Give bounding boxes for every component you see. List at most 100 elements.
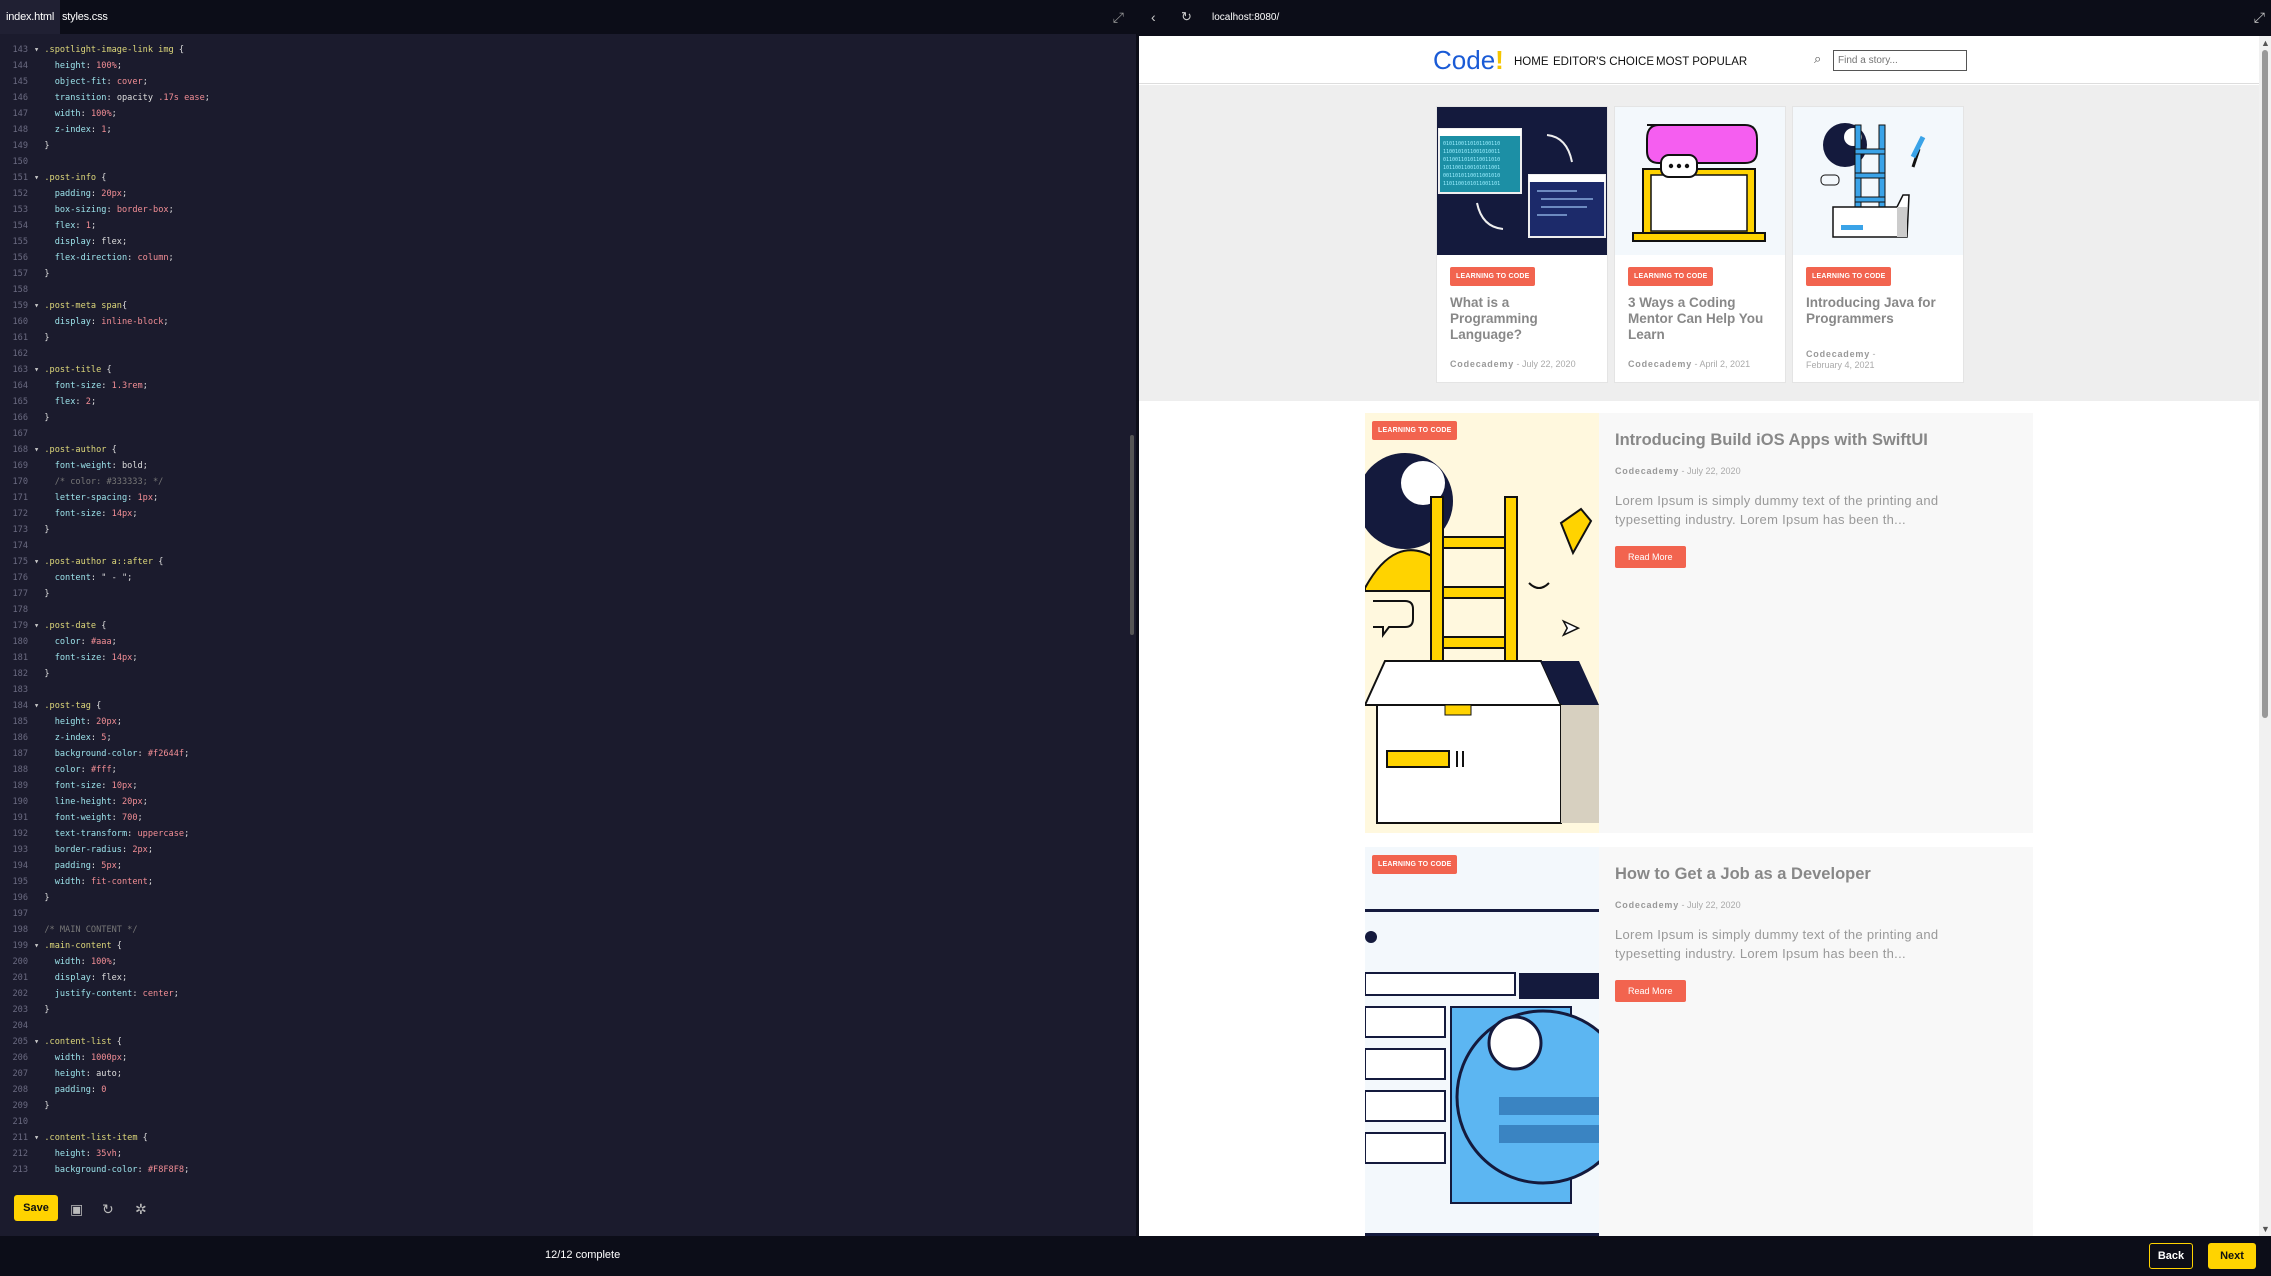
code-line[interactable]: 168 ▾ .post-author { bbox=[0, 442, 1136, 458]
code-line[interactable]: 159 ▾ .post-meta span{ bbox=[0, 298, 1136, 314]
read-more-button[interactable]: Read More bbox=[1615, 980, 1686, 1002]
code-line[interactable]: 203 } bbox=[0, 1002, 1136, 1018]
code-line[interactable]: 147 width: 100%; bbox=[0, 106, 1136, 122]
code-line[interactable]: 162 bbox=[0, 346, 1136, 362]
code-line[interactable]: 163 ▾ .post-title { bbox=[0, 362, 1136, 378]
page-scrollbar[interactable]: ▲ ▼ bbox=[2259, 36, 2271, 1236]
code-line[interactable]: 199 ▾ .main-content { bbox=[0, 938, 1136, 954]
code-line[interactable]: 180 color: #aaa; bbox=[0, 634, 1136, 650]
browser-reload-icon[interactable]: ↻ bbox=[1181, 9, 1192, 25]
code-line[interactable]: 179 ▾ .post-date { bbox=[0, 618, 1136, 634]
code-line[interactable]: 201 display: flex; bbox=[0, 970, 1136, 986]
code-line[interactable]: 189 font-size: 10px; bbox=[0, 778, 1136, 794]
code-line[interactable]: 211 ▾ .content-list-item { bbox=[0, 1130, 1136, 1146]
code-line[interactable]: 177 } bbox=[0, 586, 1136, 602]
spotlight-card[interactable]: LEARNING TO CODE 3 Ways a Coding Mentor … bbox=[1614, 106, 1786, 383]
nav-most-popular-link[interactable]: MOST POPULAR bbox=[1656, 56, 1747, 68]
code-line[interactable]: 193 border-radius: 2px; bbox=[0, 842, 1136, 858]
code-line[interactable]: 210 bbox=[0, 1114, 1136, 1130]
next-button[interactable]: Next bbox=[2208, 1243, 2256, 1269]
code-line[interactable]: 160 display: inline-block; bbox=[0, 314, 1136, 330]
code-line[interactable]: 165 flex: 2; bbox=[0, 394, 1136, 410]
expand-icon[interactable]: ⤢ bbox=[2254, 9, 2265, 26]
code-line[interactable]: 152 padding: 20px; bbox=[0, 186, 1136, 202]
code-line[interactable]: 183 bbox=[0, 682, 1136, 698]
code-line[interactable]: 182 } bbox=[0, 666, 1136, 682]
scrollbar-thumb[interactable] bbox=[2262, 50, 2268, 718]
code-line[interactable]: 187 background-color: #f2644f; bbox=[0, 746, 1136, 762]
code-line[interactable]: 212 height: 35vh; bbox=[0, 1146, 1136, 1162]
code-line[interactable]: 202 justify-content: center; bbox=[0, 986, 1136, 1002]
code-line[interactable]: 164 font-size: 1.3rem; bbox=[0, 378, 1136, 394]
code-line[interactable]: 173 } bbox=[0, 522, 1136, 538]
code-line[interactable]: 209 } bbox=[0, 1098, 1136, 1114]
tab-styles-css[interactable]: styles.css bbox=[56, 0, 114, 34]
code-line[interactable]: 181 font-size: 14px; bbox=[0, 650, 1136, 666]
code-line[interactable]: 145 object-fit: cover; bbox=[0, 74, 1136, 90]
clipboard-icon[interactable]: ▣ bbox=[70, 1201, 83, 1218]
code-area[interactable]: 143 ▾ .spotlight-image-link img {144 heig… bbox=[0, 42, 1136, 1184]
spotlight-title[interactable]: 3 Ways a Coding Mentor Can Help You Lear… bbox=[1628, 295, 1778, 343]
code-line[interactable]: 196 } bbox=[0, 890, 1136, 906]
spotlight-card[interactable]: 0101100110101100110 1100101011001010011 0… bbox=[1436, 106, 1608, 383]
site-logo[interactable]: Code! bbox=[1433, 45, 1504, 76]
code-line[interactable]: 148 z-index: 1; bbox=[0, 122, 1136, 138]
post-image[interactable] bbox=[1365, 847, 1599, 1236]
code-line[interactable]: 213 background-color: #F8F8F8; bbox=[0, 1162, 1136, 1178]
code-line[interactable]: 186 z-index: 5; bbox=[0, 730, 1136, 746]
post-title[interactable]: Introducing Build iOS Apps with SwiftUI bbox=[1615, 431, 1928, 450]
scroll-down-icon[interactable]: ▼ bbox=[2261, 1224, 2270, 1234]
code-line[interactable]: 207 height: auto; bbox=[0, 1066, 1136, 1082]
code-line[interactable]: 176 content: " - "; bbox=[0, 570, 1136, 586]
post-author[interactable]: Codecademy bbox=[1615, 466, 1679, 476]
back-button[interactable]: Back bbox=[2149, 1243, 2193, 1269]
code-line[interactable]: 191 font-weight: 700; bbox=[0, 810, 1136, 826]
spotlight-title[interactable]: What is a Programming Language? bbox=[1450, 295, 1600, 343]
post-title[interactable]: How to Get a Job as a Developer bbox=[1615, 865, 1871, 884]
code-line[interactable]: 185 height: 20px; bbox=[0, 714, 1136, 730]
code-line[interactable]: 154 flex: 1; bbox=[0, 218, 1136, 234]
code-line[interactable]: 150 bbox=[0, 154, 1136, 170]
code-line[interactable]: 184 ▾ .post-tag { bbox=[0, 698, 1136, 714]
code-line[interactable]: 158 bbox=[0, 282, 1136, 298]
code-line[interactable]: 192 text-transform: uppercase; bbox=[0, 826, 1136, 842]
code-line[interactable]: 195 width: fit-content; bbox=[0, 874, 1136, 890]
save-button[interactable]: Save bbox=[14, 1195, 58, 1221]
post-author[interactable]: Codecademy bbox=[1628, 359, 1692, 369]
scroll-up-icon[interactable]: ▲ bbox=[2261, 38, 2270, 48]
code-line[interactable]: 153 box-sizing: border-box; bbox=[0, 202, 1136, 218]
expand-icon[interactable]: ⤢ bbox=[1113, 9, 1124, 26]
post-author[interactable]: Codecademy bbox=[1806, 349, 1870, 359]
code-line[interactable]: 194 padding: 5px; bbox=[0, 858, 1136, 874]
code-line[interactable]: 155 display: flex; bbox=[0, 234, 1136, 250]
nav-editors-choice-link[interactable]: EDITOR'S CHOICE bbox=[1553, 56, 1654, 68]
code-line[interactable]: 157 } bbox=[0, 266, 1136, 282]
spotlight-title[interactable]: Introducing Java for Programmers bbox=[1806, 295, 1956, 327]
editor-scrollbar[interactable] bbox=[1130, 435, 1134, 635]
code-line[interactable]: 169 font-weight: bold; bbox=[0, 458, 1136, 474]
code-line[interactable]: 206 width: 1000px; bbox=[0, 1050, 1136, 1066]
code-line[interactable]: 146 transition: opacity .17s ease; bbox=[0, 90, 1136, 106]
code-line[interactable]: 170 /* color: #333333; */ bbox=[0, 474, 1136, 490]
code-line[interactable]: 178 bbox=[0, 602, 1136, 618]
code-line[interactable]: 172 font-size: 14px; bbox=[0, 506, 1136, 522]
code-line[interactable]: 161 } bbox=[0, 330, 1136, 346]
code-line[interactable]: 204 bbox=[0, 1018, 1136, 1034]
refresh-icon[interactable]: ↻ bbox=[102, 1201, 114, 1218]
post-author[interactable]: Codecademy bbox=[1615, 900, 1679, 910]
code-line[interactable]: 144 height: 100%; bbox=[0, 58, 1136, 74]
code-line[interactable]: 151 ▾ .post-info { bbox=[0, 170, 1136, 186]
spotlight-image[interactable] bbox=[1793, 107, 1963, 255]
code-line[interactable]: 156 flex-direction: column; bbox=[0, 250, 1136, 266]
code-line[interactable]: 197 bbox=[0, 906, 1136, 922]
code-line[interactable]: 188 color: #fff; bbox=[0, 762, 1136, 778]
spotlight-card[interactable]: LEARNING TO CODE Introducing Java for Pr… bbox=[1792, 106, 1964, 383]
address-bar[interactable]: localhost:8080/ bbox=[1212, 0, 1279, 36]
magic-wand-icon[interactable]: ✲ bbox=[135, 1201, 147, 1218]
code-line[interactable]: 208 padding: 0 bbox=[0, 1082, 1136, 1098]
code-line[interactable]: 175 ▾ .post-author a::after { bbox=[0, 554, 1136, 570]
nav-home-link[interactable]: HOME bbox=[1514, 56, 1549, 68]
code-line[interactable]: 198 /* MAIN CONTENT */ bbox=[0, 922, 1136, 938]
code-line[interactable]: 167 bbox=[0, 426, 1136, 442]
code-line[interactable]: 166 } bbox=[0, 410, 1136, 426]
